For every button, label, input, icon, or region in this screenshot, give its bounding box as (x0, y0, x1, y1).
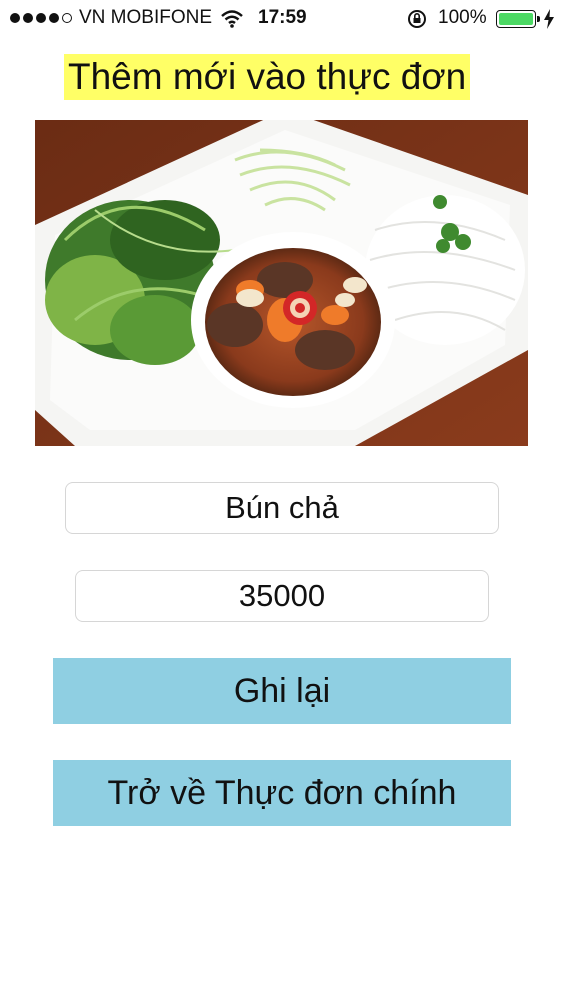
battery-percent: 100% (438, 7, 487, 28)
save-button[interactable]: Ghi lại (53, 658, 511, 724)
wifi-icon (220, 9, 244, 35)
charging-bolt-icon (543, 9, 555, 35)
dish-name-field[interactable] (65, 482, 499, 534)
dish-price-field[interactable] (75, 570, 489, 622)
dish-photo (35, 120, 528, 446)
page-title: Thêm mới vào thực đơn (64, 54, 471, 100)
orientation-lock-icon (406, 9, 428, 35)
status-bar: VN MOBIFONE 17:59 100% (0, 0, 563, 38)
battery-icon (496, 10, 540, 28)
carrier-name: VN MOBIFONE (79, 7, 213, 28)
signal-dots-icon (10, 13, 72, 23)
clock: 17:59 (258, 7, 307, 28)
back-to-menu-button[interactable]: Trở về Thực đơn chính (53, 760, 511, 826)
